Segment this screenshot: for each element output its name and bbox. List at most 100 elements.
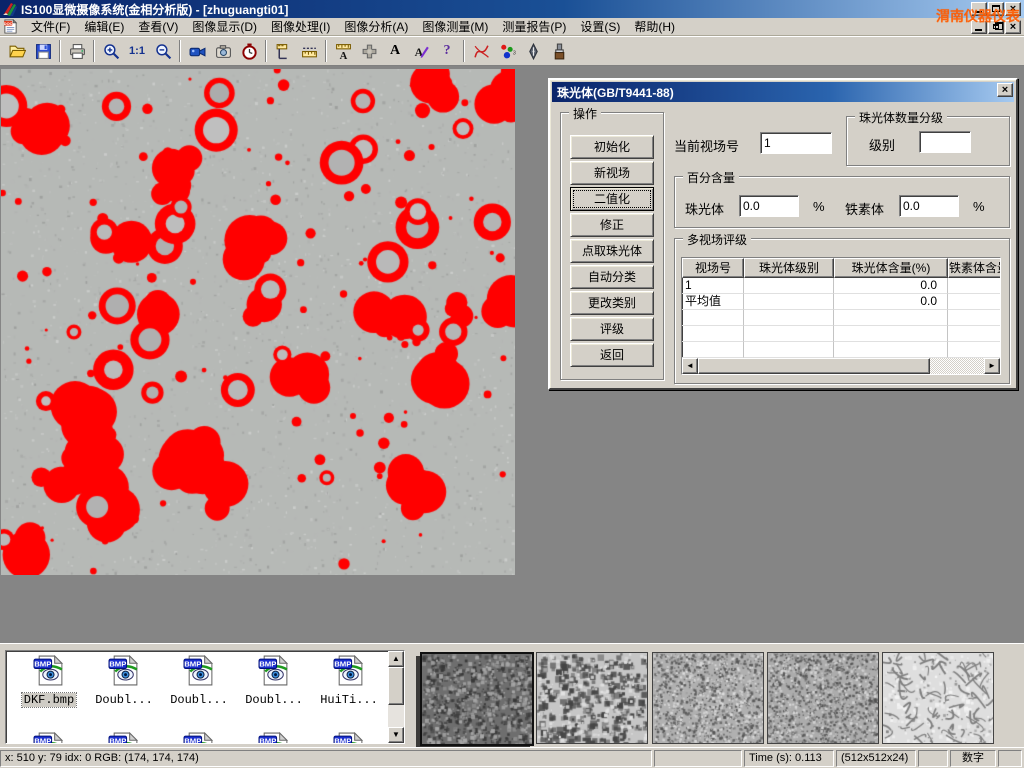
thumbnail-2[interactable] (536, 652, 648, 744)
window-controls: × (971, 2, 1021, 16)
scroll-track[interactable] (930, 358, 984, 374)
thumbnail-1[interactable] (420, 652, 534, 746)
actual-size-icon: 1:1 (129, 45, 145, 57)
toolbar-separator (265, 40, 267, 62)
child-restore-button[interactable] (988, 20, 1004, 34)
thumbnail-4[interactable] (767, 652, 879, 744)
menu-item-settings[interactable]: 设置(S) (573, 17, 627, 36)
video-camera-icon (189, 43, 206, 60)
scroll-right-button[interactable]: ► (984, 358, 1000, 374)
menu-bar: DOC 文件(F) 编辑(E) 查看(V) 图像显示(D) 图像处理(I) 图像… (0, 18, 1024, 36)
initialize-button[interactable]: 初始化 (570, 135, 654, 159)
minimize-button[interactable] (971, 2, 987, 16)
classify-button[interactable]: 3 (494, 39, 520, 64)
thumbnail-5[interactable] (882, 652, 994, 744)
help-button[interactable]: ? (434, 39, 460, 64)
grade-input[interactable] (919, 131, 971, 153)
brush-tool-button[interactable] (546, 39, 572, 64)
new-field-button[interactable]: 新视场 (570, 161, 654, 185)
dialog-close-button[interactable]: × (997, 83, 1013, 97)
file-item[interactable]: BMP (166, 731, 232, 744)
pearlite-input[interactable] (739, 195, 799, 217)
bmp-file-icon: BMP (108, 654, 141, 687)
file-label: Doubl... (93, 693, 155, 707)
close-button[interactable]: × (1005, 2, 1021, 16)
maximize-button[interactable] (988, 2, 1004, 16)
binarize-button[interactable]: 二值化 (570, 187, 654, 211)
file-item[interactable]: BMP Doubl... (166, 654, 232, 707)
file-v-scrollbar[interactable]: ▲ ▼ (388, 651, 404, 743)
file-item[interactable]: BMP (241, 731, 307, 744)
menu-item-image-process[interactable]: 图像处理(I) (264, 17, 337, 36)
return-button[interactable]: 返回 (570, 343, 654, 367)
file-item[interactable]: BMP Doubl... (91, 654, 157, 707)
text-button[interactable]: A (382, 39, 408, 64)
file-label: Doubl... (168, 693, 230, 707)
measure-annotate-button[interactable]: A (330, 39, 356, 64)
table-row[interactable]: 1 0.0 (682, 278, 1000, 294)
grading-group: 珠光体数量分级 级别 (846, 116, 1010, 166)
file-listbox[interactable]: BMP DKF.bmp BMP Doubl... BMP Doubl... (5, 650, 405, 744)
actual-size-button[interactable]: 1:1 (124, 39, 150, 64)
auto-classify-button[interactable]: 自动分类 (570, 265, 654, 289)
timer-button[interactable] (236, 39, 262, 64)
curve-tool-button[interactable] (468, 39, 494, 64)
table-row[interactable]: 平均值 0.0 (682, 294, 1000, 310)
edit-text-button[interactable]: A (408, 39, 434, 64)
rating-table[interactable]: 视场号 珠光体级别 珠光体含量(%) 铁素体含量(%) 1 0.0 平均值 (681, 257, 1001, 375)
file-item[interactable]: BMP (316, 731, 382, 744)
measure-horizontal-button[interactable] (296, 39, 322, 64)
svg-text:BMP: BMP (109, 736, 126, 744)
file-item[interactable]: BMP Doubl... (241, 654, 307, 707)
menu-item-help[interactable]: 帮助(H) (627, 17, 682, 36)
operations-group-label: 操作 (569, 105, 601, 122)
bmp-file-icon: BMP (33, 731, 66, 744)
file-item[interactable]: BMP DKF.bmp (16, 654, 82, 707)
pick-pearlite-button[interactable]: 点取珠光体 (570, 239, 654, 263)
menu-item-view[interactable]: 查看(V) (131, 17, 185, 36)
scroll-down-button[interactable]: ▼ (388, 727, 404, 743)
ferrite-input[interactable] (899, 195, 959, 217)
ferrite-percent-sign: % (973, 199, 985, 214)
svg-text:BMP: BMP (259, 659, 276, 668)
child-minimize-button[interactable] (971, 20, 987, 34)
menu-item-image-measure[interactable]: 图像测量(M) (415, 17, 495, 36)
open-button[interactable] (4, 39, 30, 64)
merge-button[interactable] (356, 39, 382, 64)
menu-item-edit[interactable]: 编辑(E) (77, 17, 131, 36)
print-button[interactable] (64, 39, 90, 64)
correct-button[interactable]: 修正 (570, 213, 654, 237)
zoom-out-button[interactable] (150, 39, 176, 64)
current-field-input[interactable] (760, 132, 832, 154)
pen-tool-button[interactable] (520, 39, 546, 64)
scroll-left-button[interactable]: ◄ (682, 358, 698, 374)
close-icon: × (1006, 20, 1020, 34)
specimen-image[interactable] (1, 69, 515, 575)
video-capture-button[interactable] (184, 39, 210, 64)
snapshot-button[interactable] (210, 39, 236, 64)
child-close-button[interactable]: × (1005, 20, 1021, 34)
app-icon (2, 1, 18, 17)
table-h-scrollbar[interactable]: ◄ ► (682, 358, 1000, 374)
dialog-title-bar[interactable]: 珠光体(GB/T9441-88) (552, 82, 1014, 102)
pearlite-dialog: 珠光体(GB/T9441-88) × 操作 初始化 新视场 二值化 修正 点取珠… (548, 78, 1018, 390)
bmp-file-icon: BMP (258, 654, 291, 687)
menu-item-file[interactable]: 文件(F) (24, 17, 77, 36)
save-button[interactable] (30, 39, 56, 64)
change-class-button[interactable]: 更改类别 (570, 291, 654, 315)
menu-item-image-display[interactable]: 图像显示(D) (185, 17, 264, 36)
thumbnail-3[interactable] (652, 652, 764, 744)
toolbar: 1:1 A A A ? 3 (0, 36, 1024, 66)
scroll-up-button[interactable]: ▲ (388, 651, 404, 667)
scroll-thumb[interactable] (388, 667, 404, 705)
menu-item-image-analysis[interactable]: 图像分析(A) (337, 17, 415, 36)
measure-vertical-button[interactable] (270, 39, 296, 64)
file-item[interactable]: BMP (16, 731, 82, 744)
file-item[interactable]: BMP HuiTi... (316, 654, 382, 707)
file-item[interactable]: BMP (91, 731, 157, 744)
menu-item-report[interactable]: 测量报告(P) (495, 17, 573, 36)
document-icon[interactable]: DOC (3, 19, 18, 34)
scroll-thumb[interactable] (698, 358, 930, 374)
grade-button[interactable]: 评级 (570, 317, 654, 341)
zoom-in-button[interactable] (98, 39, 124, 64)
